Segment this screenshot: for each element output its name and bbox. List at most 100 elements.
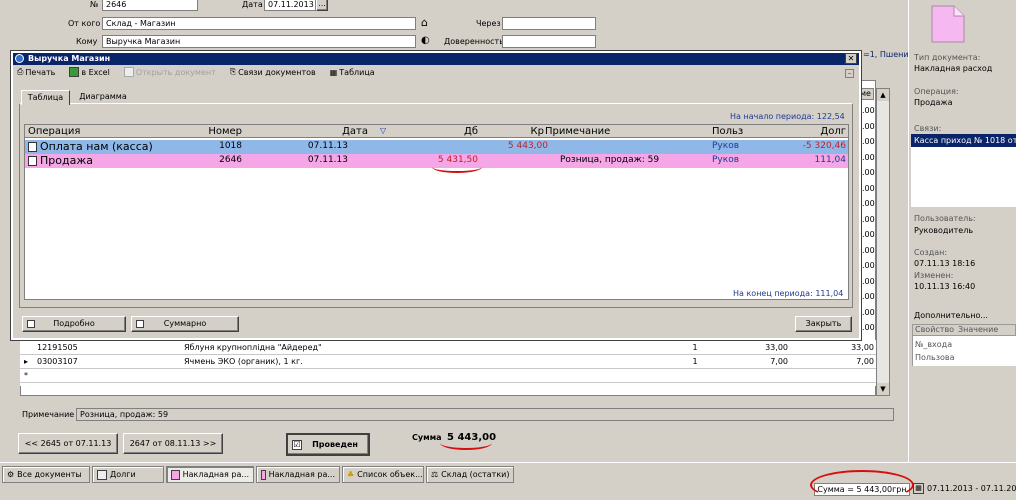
user-label: Пользователь: xyxy=(914,214,976,223)
grid-cell-name[interactable]: Ячмень ЭКО (органик), 1 кг. xyxy=(184,355,652,368)
extra-link[interactable]: Дополнительно... xyxy=(914,311,988,320)
doc-links-button[interactable]: ⎘ Связи документов xyxy=(230,67,316,77)
status-period: 07.11.2013 - 07.11.2013 xyxy=(927,484,1016,493)
toolbar-minimize-icon[interactable]: – xyxy=(845,69,854,78)
revenue-cell-db xyxy=(390,140,478,153)
note-field[interactable]: Розница, продаж: 59 xyxy=(76,408,894,421)
grid-cell-marker[interactable] xyxy=(24,341,36,354)
revenue-cell-kr: 5 443,00 xyxy=(507,141,548,151)
grid-cell-name[interactable]: Яблуня крупноплідна "Айдеред" xyxy=(184,341,652,354)
task-invoice-1[interactable]: Накладная ра... xyxy=(166,466,254,483)
task-invoice-1-label: Накладная ра... xyxy=(182,470,249,479)
grid-cell-qty[interactable]: 1 xyxy=(655,341,735,354)
open-doc-button[interactable]: Открыть документ xyxy=(123,67,216,77)
page-icon xyxy=(97,469,107,480)
table-label: Таблица xyxy=(339,67,375,77)
status-sum-circle-annotation xyxy=(810,470,914,500)
sort-filter-icon[interactable]: ▽ xyxy=(380,126,386,135)
grid-side-value: .00 xyxy=(862,292,875,301)
table-button[interactable]: ▦ Таблица xyxy=(330,67,375,77)
links-label: Связи: xyxy=(914,124,942,133)
from-field[interactable]: Склад - Магазин xyxy=(102,17,416,30)
grid-cell-price[interactable]: 7,00 xyxy=(738,355,788,368)
calendar-icon[interactable]: ▦ xyxy=(913,483,924,494)
summary-toggle[interactable]: Суммарно xyxy=(131,316,239,332)
revenue-cell-note xyxy=(560,140,654,153)
grid-cell-sum[interactable]: 33,00 xyxy=(792,341,874,354)
dialog-app-icon xyxy=(15,54,24,63)
summary-checkbox-icon[interactable] xyxy=(136,320,144,328)
grid-side-value: .00 xyxy=(862,261,875,270)
tab-diagram[interactable]: Диаграмма xyxy=(72,91,134,104)
posted-label: Проведен xyxy=(312,440,358,449)
grid-cell-qty[interactable]: 1 xyxy=(655,355,735,368)
task-all-docs[interactable]: ⚙ Все документы xyxy=(2,466,90,483)
grid-cell-code[interactable]: 12191505 xyxy=(37,341,177,354)
objects-icon: ♣ xyxy=(347,470,355,479)
task-objects[interactable]: ♣ Список объек... xyxy=(342,466,424,483)
date-picker-button[interactable]: ... xyxy=(316,0,328,11)
revenue-col-header[interactable]: Номер xyxy=(150,125,242,138)
contact-icon[interactable]: ◐ xyxy=(421,35,433,47)
close-dialog-button[interactable]: Закрыть xyxy=(795,316,852,332)
grid-cell-marker[interactable]: ▸ xyxy=(24,355,36,368)
task-invoice-2[interactable]: Накладная ра... xyxy=(256,466,340,483)
grid-cell-qty[interactable] xyxy=(655,369,735,382)
to-field[interactable]: Выручка Магазин xyxy=(102,35,416,48)
summary-label: Суммарно xyxy=(163,319,207,328)
doc-type-label: Тип документа: xyxy=(914,53,981,62)
excel-icon xyxy=(69,67,80,77)
revenue-col-header[interactable]: Польз xyxy=(712,125,746,138)
grid-cell-code[interactable] xyxy=(37,369,177,382)
revenue-col-header[interactable]: Дата xyxy=(268,125,368,138)
revenue-cell-num: 1018 xyxy=(219,141,242,151)
period-start: На начало периода: 122,54 xyxy=(730,112,845,121)
grid-side-value: .00 xyxy=(862,323,875,332)
grid-scrollbar[interactable] xyxy=(876,88,890,396)
print-button[interactable]: ⎙ Печать xyxy=(17,67,55,77)
dialog-title: Выручка Магазин xyxy=(28,54,111,63)
detailed-checkbox-icon[interactable] xyxy=(27,320,35,328)
links-list xyxy=(911,147,1016,207)
links-value[interactable]: Касса приход № 1018 от xyxy=(914,136,1016,145)
grid-cell-marker[interactable]: * xyxy=(24,369,36,382)
task-stock[interactable]: ⚖ Склад (остатки) xyxy=(426,466,514,483)
clipped-column-text: =1, Пшени xyxy=(863,50,909,59)
task-all-docs-label: Все документы xyxy=(17,470,82,479)
number-field[interactable]: 2646 xyxy=(102,0,198,11)
grid-cell-sum[interactable]: 7,00 xyxy=(792,355,874,368)
revenue-col-header[interactable]: Дб xyxy=(390,125,478,138)
revenue-cell-user: Руков xyxy=(712,141,739,151)
via-field[interactable] xyxy=(502,17,596,30)
revenue-col-header[interactable]: Долг xyxy=(748,125,846,138)
revenue-col-header[interactable]: Кр xyxy=(480,125,544,138)
grid-cell-name[interactable] xyxy=(184,369,652,382)
grid-cell-code[interactable]: 03003107 xyxy=(37,355,177,368)
grid-cell-price[interactable]: 33,00 xyxy=(738,341,788,354)
detailed-toggle[interactable]: Подробно xyxy=(22,316,126,332)
posted-checkbox-icon[interactable]: ☑ xyxy=(292,440,302,450)
scroll-up-icon[interactable]: ▲ xyxy=(877,89,889,101)
dialog-close-button[interactable]: ✕ xyxy=(845,53,857,64)
grid-cell-price[interactable] xyxy=(738,369,788,382)
pink-doc-icon xyxy=(171,469,180,480)
proxy-field[interactable] xyxy=(502,35,596,48)
home-icon[interactable]: ⌂ xyxy=(421,17,433,29)
scroll-down-icon[interactable]: ▼ xyxy=(877,383,889,395)
revenue-col-header[interactable]: Операция xyxy=(28,125,148,138)
excel-button[interactable]: в Excel xyxy=(69,67,110,77)
revenue-col-header[interactable]: Примечание xyxy=(545,125,705,138)
next-doc-button[interactable]: 2647 от 08.11.13 >> xyxy=(123,433,223,454)
posted-toggle[interactable]: ☑ Проведен xyxy=(286,433,370,456)
tab-table[interactable]: Таблица xyxy=(21,90,70,105)
task-debts[interactable]: Долги xyxy=(92,466,164,483)
grid-cell-sum[interactable] xyxy=(792,369,874,382)
props-header-value: Значение xyxy=(958,325,999,334)
prev-doc-button[interactable]: << 2645 от 07.11.13 xyxy=(18,433,118,454)
revenue-cell-date: 07.11.13 xyxy=(307,141,348,151)
modified-value: 10.11.13 16:40 xyxy=(914,282,976,291)
grid-side-value: .00 xyxy=(862,245,875,255)
date-field[interactable]: 07.11.2013 xyxy=(264,0,316,11)
props-header-property: Свойство xyxy=(915,325,955,334)
pink-doc-icon-2 xyxy=(261,469,266,480)
